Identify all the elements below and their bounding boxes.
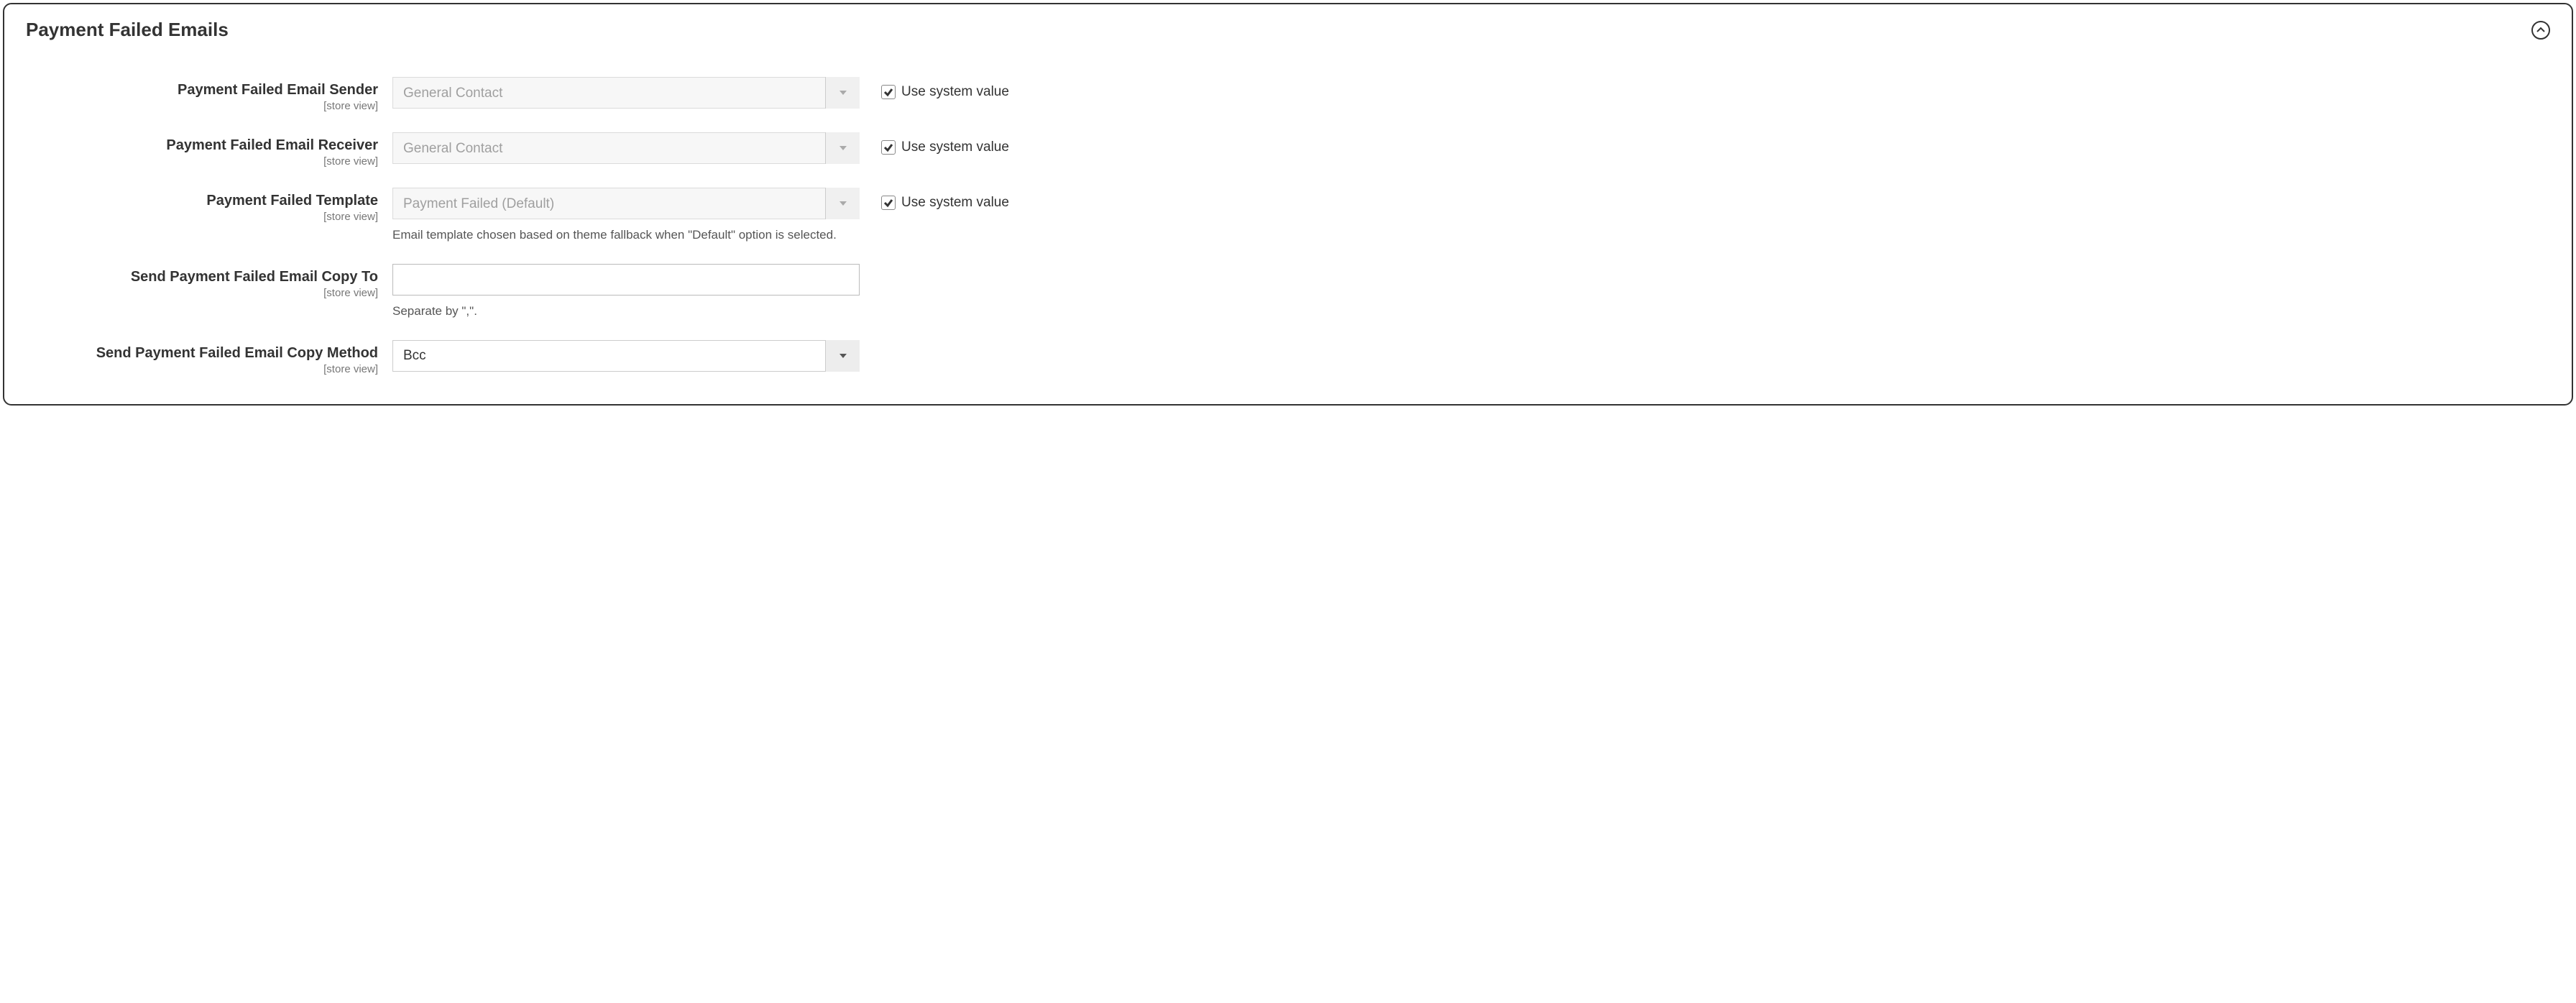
receiver-select-wrap: General Contact bbox=[392, 132, 860, 164]
label-col: Payment Failed Template [store view] bbox=[26, 188, 392, 223]
check-icon bbox=[883, 87, 893, 97]
receiver-label: Payment Failed Email Receiver bbox=[166, 137, 378, 153]
template-help-text: Email template chosen based on theme fal… bbox=[392, 226, 860, 244]
copy-method-label: Send Payment Failed Email Copy Method bbox=[96, 345, 378, 361]
collapse-button[interactable] bbox=[2531, 21, 2550, 40]
receiver-select[interactable]: General Contact bbox=[392, 132, 860, 164]
sender-label: Payment Failed Email Sender bbox=[178, 82, 378, 98]
row-copy-method: Send Payment Failed Email Copy Method [s… bbox=[26, 340, 2550, 375]
input-col: General Contact bbox=[392, 77, 860, 109]
input-col: Payment Failed (Default) Email template … bbox=[392, 188, 860, 244]
copy-method-select-wrap: Bcc bbox=[392, 340, 860, 372]
check-icon bbox=[883, 198, 893, 208]
template-label: Payment Failed Template bbox=[206, 193, 378, 209]
copy-method-select[interactable]: Bcc bbox=[392, 340, 860, 372]
label-col: Send Payment Failed Email Copy To [store… bbox=[26, 264, 392, 299]
row-copy-to: Send Payment Failed Email Copy To [store… bbox=[26, 264, 2550, 320]
copy-to-label: Send Payment Failed Email Copy To bbox=[131, 269, 378, 285]
input-col: Bcc bbox=[392, 340, 860, 372]
row-sender: Payment Failed Email Sender [store view]… bbox=[26, 77, 2550, 112]
label-col: Send Payment Failed Email Copy Method [s… bbox=[26, 340, 392, 375]
panel-header: Payment Failed Emails bbox=[26, 19, 2550, 41]
payment-failed-emails-panel: Payment Failed Emails Payment Failed Ema… bbox=[3, 3, 2573, 406]
copy-method-scope: [store view] bbox=[26, 363, 378, 375]
template-use-system-checkbox[interactable] bbox=[881, 196, 896, 210]
system-col: Use system value bbox=[860, 77, 1009, 100]
input-col: Separate by ",". bbox=[392, 264, 860, 320]
copy-to-input[interactable] bbox=[392, 264, 860, 296]
chevron-up-icon bbox=[2536, 26, 2545, 35]
copy-to-help-text: Separate by ",". bbox=[392, 303, 860, 320]
receiver-scope: [store view] bbox=[26, 155, 378, 168]
system-col: Use system value bbox=[860, 188, 1009, 211]
receiver-use-system-label[interactable]: Use system value bbox=[901, 139, 1009, 155]
receiver-use-system-checkbox[interactable] bbox=[881, 140, 896, 155]
label-col: Payment Failed Email Receiver [store vie… bbox=[26, 132, 392, 168]
row-template: Payment Failed Template [store view] Pay… bbox=[26, 188, 2550, 244]
sender-scope: [store view] bbox=[26, 100, 378, 112]
copy-to-scope: [store view] bbox=[26, 287, 378, 299]
sender-use-system-checkbox[interactable] bbox=[881, 85, 896, 99]
template-scope: [store view] bbox=[26, 211, 378, 223]
check-icon bbox=[883, 142, 893, 152]
sender-select-wrap: General Contact bbox=[392, 77, 860, 109]
panel-title: Payment Failed Emails bbox=[26, 19, 229, 41]
sender-select[interactable]: General Contact bbox=[392, 77, 860, 109]
system-col: Use system value bbox=[860, 132, 1009, 155]
row-receiver: Payment Failed Email Receiver [store vie… bbox=[26, 132, 2550, 168]
label-col: Payment Failed Email Sender [store view] bbox=[26, 77, 392, 112]
template-select[interactable]: Payment Failed (Default) bbox=[392, 188, 860, 219]
sender-use-system-label[interactable]: Use system value bbox=[901, 84, 1009, 100]
template-use-system-label[interactable]: Use system value bbox=[901, 195, 1009, 211]
template-select-wrap: Payment Failed (Default) bbox=[392, 188, 860, 219]
input-col: General Contact bbox=[392, 132, 860, 164]
